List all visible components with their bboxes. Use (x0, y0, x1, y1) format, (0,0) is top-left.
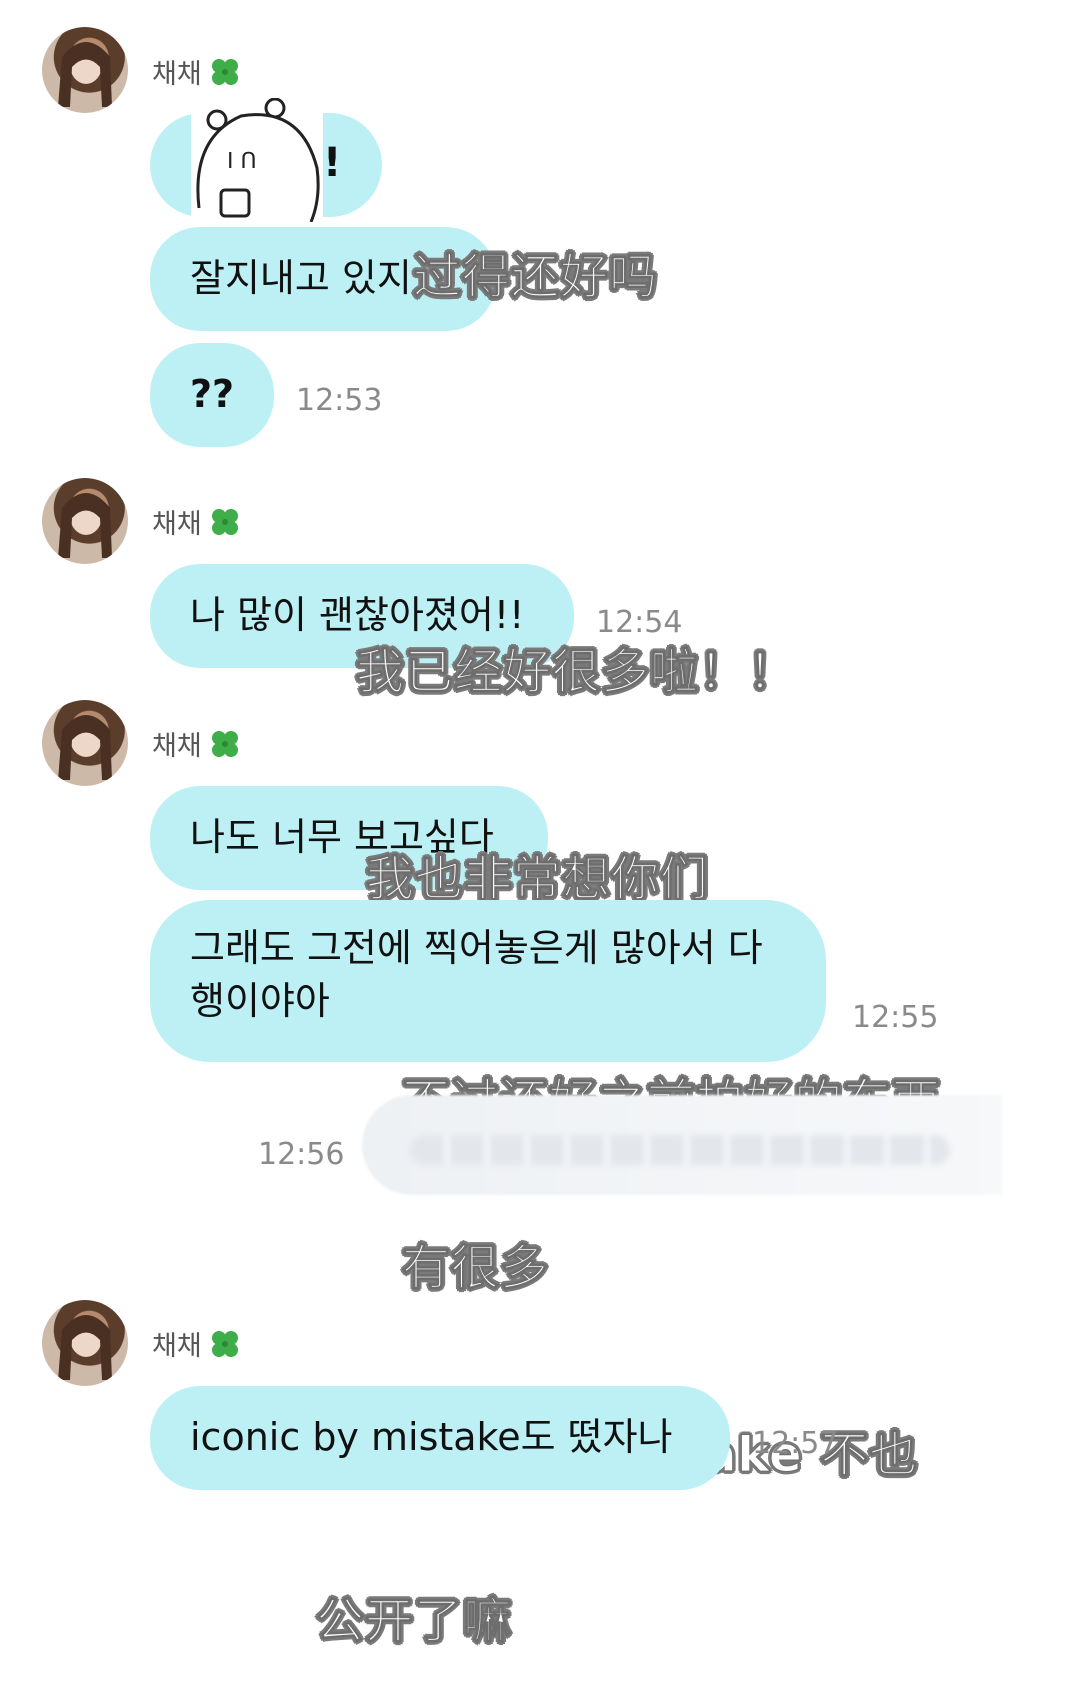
sender-name: 채채 (152, 52, 242, 91)
message-time: 12:54 (596, 605, 683, 640)
bear-sticker-icon: ꓲ ꓵ (196, 97, 320, 223)
sender-name-text: 채채 (152, 1331, 202, 1362)
sender-name: 채채 (152, 724, 242, 763)
four-leaf-clover-icon (211, 1330, 238, 1357)
outgoing-message-time: 12:56 (258, 1137, 345, 1172)
sender-name-text: 채채 (152, 509, 202, 540)
avatar[interactable] (42, 1300, 128, 1386)
sender-name: 채채 (152, 1324, 242, 1363)
message-text: ?? (190, 372, 235, 417)
sticker-text: ! (323, 140, 342, 186)
message-bubble[interactable]: ?? (150, 343, 274, 447)
caption-translation: 我也非常想你们 (365, 851, 710, 907)
caption-translation: iconic by mistake 不也 公开了嘛 (315, 1318, 918, 1704)
caption-translation: 我已经好很多啦！！ (355, 644, 798, 700)
message-text: iconic by mistake도 떴자나 (190, 1415, 673, 1460)
avatar[interactable] (42, 700, 128, 786)
message-time: 12:53 (296, 383, 383, 418)
bear-sticker[interactable]: ꓲ ꓵ (191, 97, 323, 223)
avatar[interactable] (42, 27, 128, 113)
message-text: 나 많이 괜찮아졌어!! (190, 593, 525, 638)
message-bubble[interactable]: iconic by mistake도 떴자나 (150, 1386, 730, 1490)
four-leaf-clover-icon (211, 58, 238, 85)
caption-line: 有很多 (401, 1239, 550, 1296)
four-leaf-clover-icon (211, 508, 238, 535)
blurred-message-text (410, 1135, 950, 1165)
message-time: 12:57 (752, 1426, 839, 1461)
message-text: 잘지내고 있지 (190, 256, 412, 301)
four-leaf-clover-icon (211, 730, 238, 757)
sender-name-text: 채채 (152, 59, 202, 90)
sender-name-text: 채채 (152, 731, 202, 762)
sender-name: 채채 (152, 502, 242, 541)
caption-translation: 过得还好吗 (412, 249, 659, 305)
avatar[interactable] (42, 478, 128, 564)
caption-line: 公开了嘛 (315, 1592, 513, 1649)
svg-text:ꓲ ꓵ: ꓲ ꓵ (227, 149, 257, 174)
